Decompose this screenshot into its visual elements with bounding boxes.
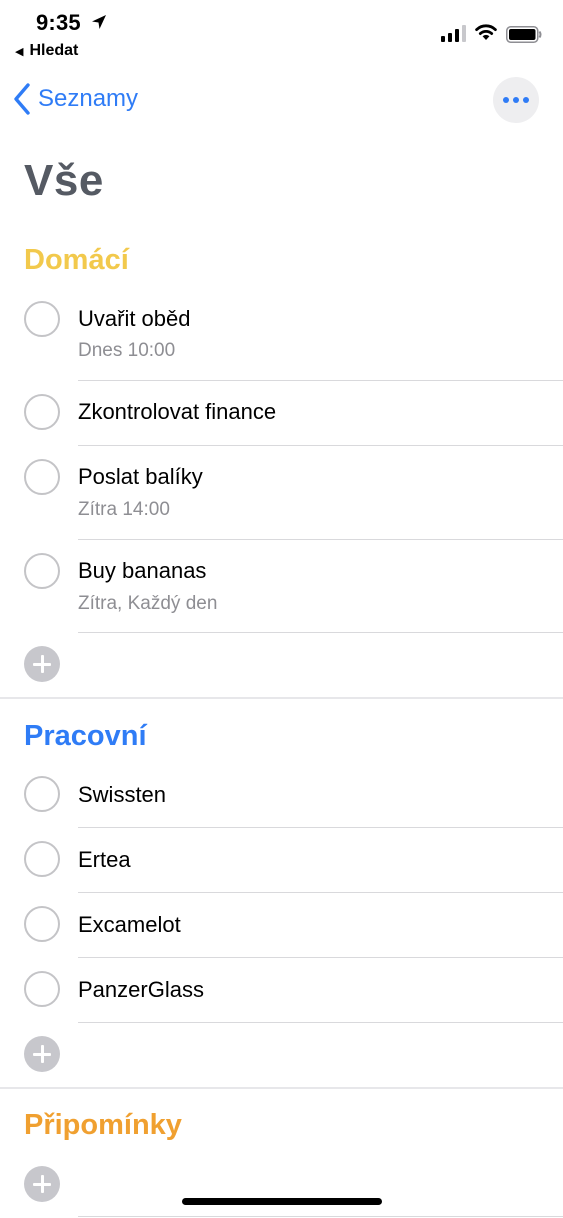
reminders-screen: 9:35 ◀ Hledat Seznamy Vše Domácí Uvařit … (0, 0, 563, 1218)
task-title[interactable]: Poslat balíky (78, 464, 203, 490)
ellipsis-icon (503, 97, 509, 103)
row-divider (78, 957, 563, 958)
row-divider (78, 445, 563, 446)
home-indicator[interactable] (182, 1198, 382, 1205)
cellular-signal-icon (441, 25, 466, 42)
wifi-icon (475, 24, 497, 40)
task-checkbox[interactable] (24, 841, 60, 877)
chevron-left-icon (14, 83, 30, 115)
task-title[interactable]: Ertea (78, 847, 131, 873)
task-checkbox[interactable] (24, 971, 60, 1007)
add-reminder-button[interactable] (24, 1036, 60, 1072)
row-divider (78, 632, 563, 633)
back-to-lists-button[interactable]: Seznamy (12, 82, 138, 116)
row-divider (78, 892, 563, 893)
section-title-pripominky: Připomínky (24, 1109, 182, 1141)
task-title[interactable]: PanzerGlass (78, 977, 204, 1003)
task-title[interactable]: Buy bananas (78, 558, 206, 584)
row-divider (78, 1022, 563, 1023)
add-reminder-button[interactable] (24, 646, 60, 682)
row-divider (78, 1216, 563, 1217)
section-title-domaci: Domácí (24, 244, 129, 276)
task-due-date: Zítra, Každý den (78, 593, 218, 614)
task-checkbox[interactable] (24, 394, 60, 430)
task-checkbox[interactable] (24, 776, 60, 812)
section-divider (0, 1087, 563, 1089)
task-title[interactable]: Excamelot (78, 912, 181, 938)
row-divider (78, 827, 563, 828)
task-checkbox[interactable] (24, 301, 60, 337)
task-title[interactable]: Swissten (78, 782, 166, 808)
task-checkbox[interactable] (24, 459, 60, 495)
section-title-pracovni: Pracovní (24, 720, 147, 752)
back-app-label: Hledat (29, 42, 79, 59)
page-title: Vše (24, 156, 104, 205)
status-time: 9:35 (36, 10, 81, 35)
task-due-date: Dnes 10:00 (78, 340, 176, 361)
add-reminder-button[interactable] (24, 1166, 60, 1202)
row-divider (78, 380, 563, 381)
task-checkbox[interactable] (24, 906, 60, 942)
location-arrow-icon (92, 15, 106, 29)
task-due-date: Zítra 14:00 (78, 499, 170, 520)
back-to-app-link[interactable]: ◀ Hledat (15, 42, 78, 60)
section-divider (0, 697, 563, 699)
task-checkbox[interactable] (24, 553, 60, 589)
back-button-label: Seznamy (38, 85, 139, 112)
more-options-button[interactable] (493, 77, 539, 123)
row-divider (78, 539, 563, 540)
battery-icon (506, 26, 542, 43)
task-title[interactable]: Zkontrolovat finance (78, 399, 276, 425)
back-triangle-icon: ◀ (15, 45, 24, 58)
task-title[interactable]: Uvařit oběd (78, 306, 191, 332)
